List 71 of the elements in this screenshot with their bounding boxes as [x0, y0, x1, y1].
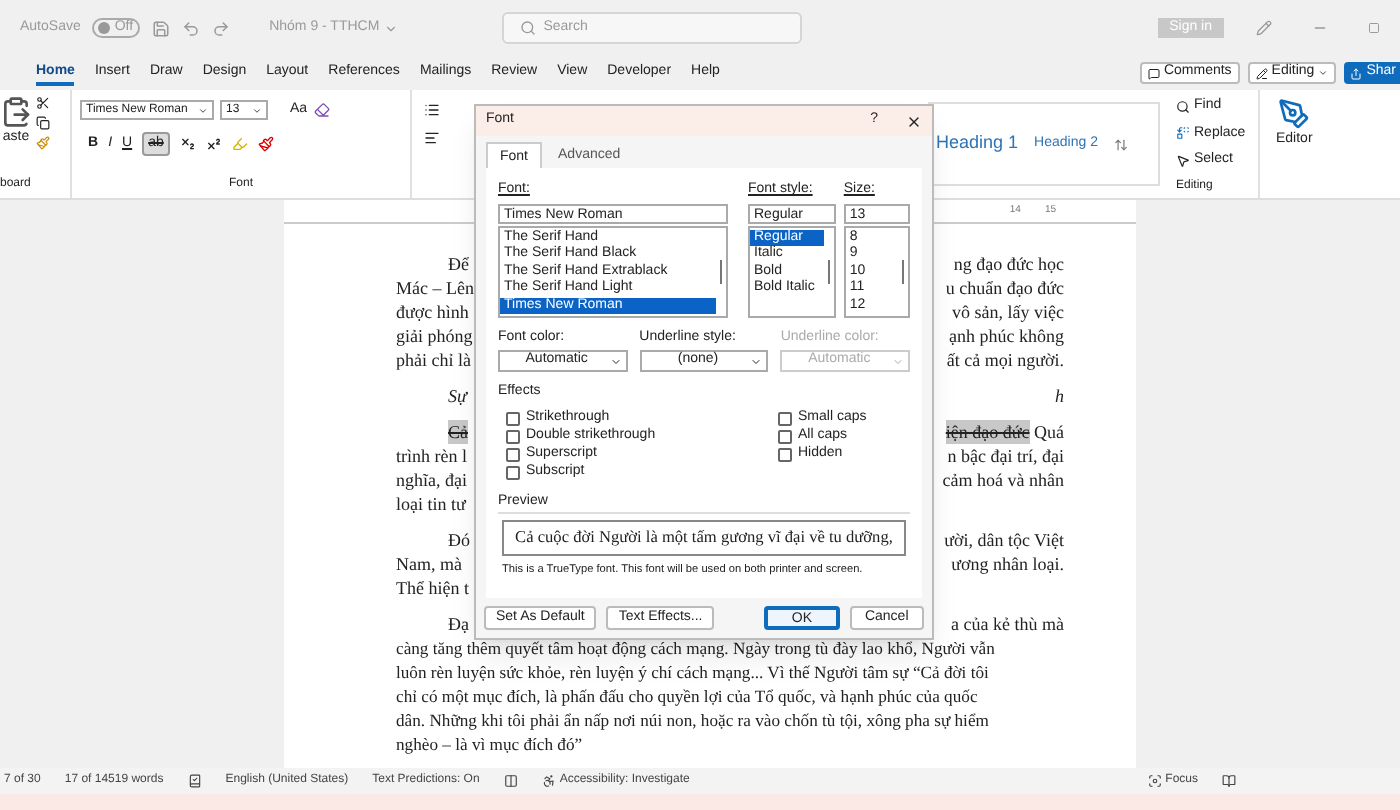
chevron-down-icon	[383, 21, 398, 35]
document-text: trình rèn l	[396, 444, 467, 468]
accessibility-icon	[541, 774, 556, 788]
document-text: càng tăng thêm quyết tâm hoạt động cách mạng. Ngày trong tù đày lao khổ, Người vẫn	[396, 636, 997, 660]
document-text: n bậc đại trí, đại	[947, 444, 1064, 468]
search-icon	[1176, 99, 1190, 114]
chevron-down-icon	[252, 105, 262, 116]
document-text: Đạ	[448, 612, 469, 636]
read-mode-icon[interactable]	[1222, 774, 1236, 788]
layout-icon[interactable]	[503, 774, 518, 788]
document-text: a của kẻ thù mà	[951, 612, 1064, 636]
document-text: Quá	[1032, 420, 1064, 444]
checkbox[interactable]	[778, 411, 792, 425]
document-text: nghĩa, đại	[396, 468, 467, 492]
checkbox[interactable]	[506, 429, 520, 443]
chevron-down-icon	[892, 355, 905, 367]
document-text: loại tin tư	[396, 492, 466, 516]
checkbox[interactable]	[506, 465, 520, 479]
close-icon[interactable]	[906, 113, 922, 129]
selected-text: Cả	[448, 420, 468, 444]
chevron-down-icon	[1318, 68, 1329, 78]
document-text: Thể hiện t	[396, 576, 469, 600]
document-text: Mác – Lên	[396, 276, 474, 300]
document-text: ạnh phúc không	[949, 324, 1064, 348]
chevron-down-icon	[750, 355, 763, 367]
superscript-icon[interactable]	[205, 135, 222, 152]
document-text: chỉ có một mục đích, là phấn đấu cho quyền lợi của Tổ quốc, và hạnh phúc của quốc	[396, 684, 980, 708]
document-text: ng đạo đức học	[953, 252, 1064, 276]
document-text: vô sản, lấy việc	[952, 300, 1064, 324]
document-text: cảm hoá và nhân	[942, 468, 1064, 492]
share-icon	[1350, 67, 1363, 79]
document-text: Để	[448, 252, 469, 276]
document-text: Đó	[448, 528, 470, 552]
document-text: ười, dân tộc Việt	[944, 528, 1064, 552]
document-text: h	[1055, 384, 1064, 408]
align-left-icon[interactable]	[424, 130, 440, 146]
document-text: Nam, mà	[396, 552, 462, 576]
document-text: nghèo – là vì mục đích đó”	[396, 732, 585, 756]
document-text: ất cả mọi người.	[946, 348, 1064, 372]
document-text: phải chỉ là	[396, 348, 471, 372]
checkbox[interactable]	[506, 411, 520, 425]
style-heading[interactable]: Heading 1	[936, 130, 1019, 158]
document-text: ương nhân loại.	[951, 552, 1064, 576]
chevron-down-icon	[609, 355, 622, 367]
chevron-down-icon	[198, 105, 208, 116]
comment-icon	[1147, 67, 1160, 79]
subscript-icon[interactable]	[179, 135, 196, 152]
document-text: luôn rèn luyện sức khỏe, rèn luyện ý chí cách mạng... Vì thế Người tâm sự “Cả đời tôi	[396, 660, 991, 684]
preview-box: Cả cuộc đời Người là một tấm gương vĩ đại về tu dưỡng,	[502, 520, 906, 556]
pencil-icon	[1255, 67, 1268, 79]
editor-icon[interactable]	[1278, 98, 1311, 130]
document-text: Sự	[448, 384, 467, 408]
bullets-icon[interactable]	[424, 102, 440, 118]
search-icon	[519, 20, 536, 36]
format-painter-icon[interactable]	[36, 136, 50, 150]
selected-text: iện đạo đức	[945, 420, 1030, 444]
cut-icon[interactable]	[36, 96, 50, 110]
scroll-icon[interactable]	[1113, 137, 1128, 151]
focus-icon	[1147, 774, 1162, 788]
document-text: được hình	[396, 300, 469, 324]
checkbox[interactable]	[506, 447, 520, 461]
checkbox[interactable]	[778, 447, 792, 461]
document-text: dân. Những khi tôi phải ẩn nấp nơi núi non, hoặc ra vào chốn tù tội, xông pha sự hiểm	[396, 708, 991, 732]
copy-icon[interactable]	[36, 116, 50, 130]
paste-icon[interactable]	[0, 96, 32, 128]
pointer-icon	[1176, 153, 1190, 168]
document-text: u chuẩn đạo đức	[945, 276, 1064, 300]
document-text: giải phóng	[396, 324, 473, 348]
proofing-icon[interactable]	[187, 774, 202, 788]
clear-formatting-icon[interactable]	[313, 102, 330, 119]
checkbox[interactable]	[778, 429, 792, 443]
